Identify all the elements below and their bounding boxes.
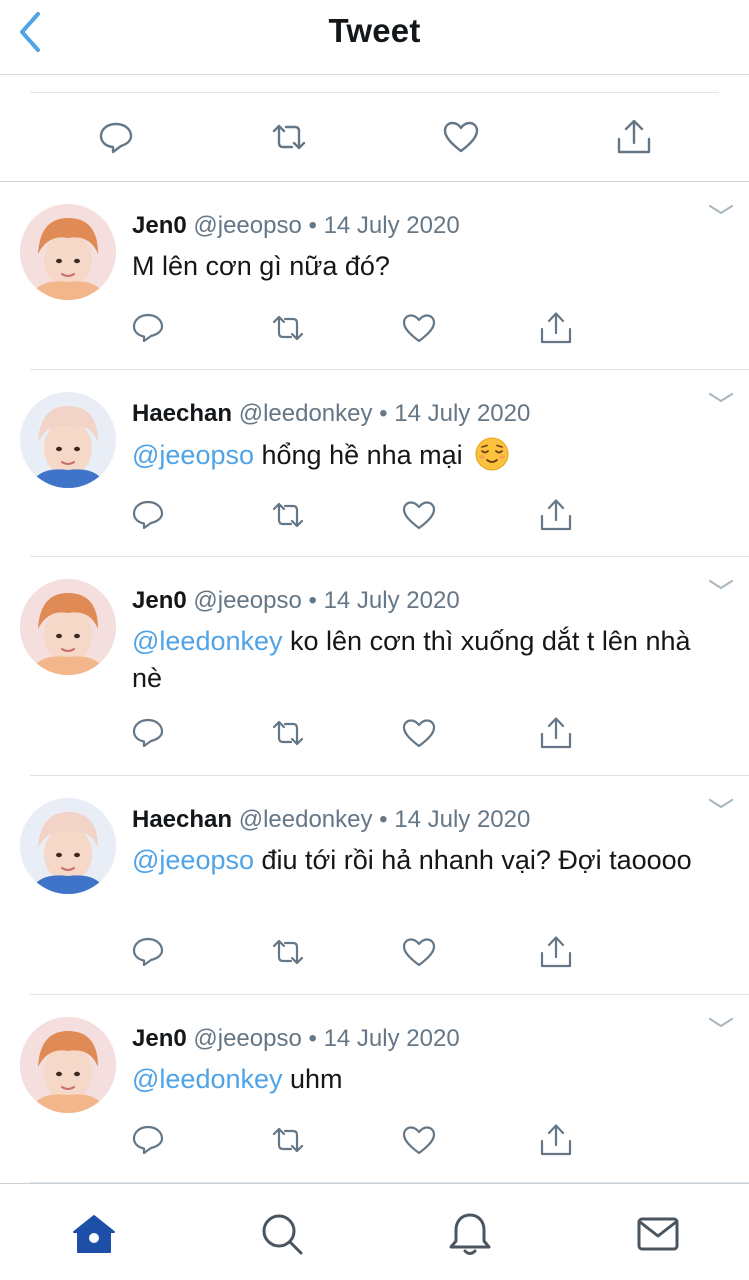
separator-dot: • [379,400,388,427]
reply-icon[interactable] [130,715,166,751]
separator-dot: • [308,1025,317,1052]
reply-icon[interactable] [130,310,166,346]
tweet-date: 14 July 2020 [323,1025,460,1052]
separator-dot: • [308,587,317,614]
mention-link[interactable]: @leedonkey [132,626,283,656]
tweet-header: Jen0 @jeeopso • 14 July 2020 [132,212,460,240]
retweet-icon[interactable] [270,310,306,346]
avatar[interactable] [20,798,116,894]
user-handle[interactable]: @jeeopso [193,212,301,239]
avatar[interactable] [20,392,116,488]
tweet-reply[interactable]: Jen0 @jeeopso • 14 July 2020 @leedonkey … [0,557,749,776]
relieved-face-emoji [475,437,509,471]
tweet-reply[interactable]: Haechan @leedonkey • 14 July 2020 @jeeop… [0,776,749,995]
page-title: Tweet [328,12,421,49]
chevron-down-icon[interactable] [707,577,735,593]
share-icon[interactable] [538,310,574,346]
like-icon[interactable] [401,1122,437,1158]
tweet-text: M lên cơn gì nữa đó? [132,251,390,281]
avatar-image [20,798,116,894]
share-icon[interactable] [538,934,574,970]
tweet-body: @jeeopso hổng hề nha mại [132,436,722,474]
display-name[interactable]: Haechan [132,806,232,833]
display-name[interactable]: Jen0 [132,1025,187,1052]
avatar[interactable] [20,579,116,675]
avatar-image [20,204,116,300]
tweet-header: Jen0 @jeeopso • 14 July 2020 [132,587,460,615]
share-icon[interactable] [614,117,654,157]
retweet-icon[interactable] [270,934,306,970]
main-tweet-actions [0,75,749,182]
display-name[interactable]: Haechan [132,400,232,427]
tweet-text: hổng hề nha mại [254,440,471,470]
share-icon[interactable] [538,497,574,533]
tweet-date: 14 July 2020 [394,400,531,427]
tweet-date: 14 July 2020 [394,806,531,833]
chevron-down-icon[interactable] [707,1015,735,1031]
tab-bar [0,1183,749,1280]
notifications-icon[interactable] [446,1210,494,1258]
tweet-body: M lên cơn gì nữa đó? [132,248,722,285]
search-icon[interactable] [258,1210,306,1258]
chevron-down-icon[interactable] [707,390,735,406]
tweet-body: @jeeopso điu tới rồi hả nhanh vại? Đợi t… [132,842,722,879]
mention-link[interactable]: @jeeopso [132,845,254,875]
display-name[interactable]: Jen0 [132,587,187,614]
nav-header: Tweet [0,0,749,75]
tweet-date: 14 July 2020 [323,587,460,614]
reply-icon[interactable] [96,117,136,157]
reply-icon[interactable] [130,934,166,970]
tweet-reply[interactable]: Jen0 @jeeopso • 14 July 2020 M lên cơn g… [0,182,749,370]
user-handle[interactable]: @leedonkey [239,400,373,427]
home-icon[interactable] [70,1210,118,1258]
share-icon[interactable] [538,715,574,751]
mention-link[interactable]: @leedonkey [132,1064,283,1094]
reply-icon[interactable] [130,497,166,533]
avatar[interactable] [20,204,116,300]
tweet-reply[interactable]: Jen0 @jeeopso • 14 July 2020 @leedonkey … [0,995,749,1183]
chevron-down-icon[interactable] [707,202,735,218]
retweet-icon[interactable] [270,715,306,751]
messages-icon[interactable] [634,1210,682,1258]
retweet-icon[interactable] [270,497,306,533]
tweet-text: uhm [282,1064,343,1094]
tweet-body: @leedonkey ko lên cơn thì xuống dắt t lê… [132,623,722,697]
user-handle[interactable]: @jeeopso [193,587,301,614]
chevron-down-icon[interactable] [707,796,735,812]
divider [30,92,719,93]
tweet-body: @leedonkey uhm [132,1061,722,1098]
user-handle[interactable]: @leedonkey [239,806,373,833]
like-icon[interactable] [401,497,437,533]
avatar-image [20,1017,116,1113]
like-icon[interactable] [401,310,437,346]
retweet-icon[interactable] [269,117,309,157]
tweet-header: Jen0 @jeeopso • 14 July 2020 [132,1025,460,1053]
share-icon[interactable] [538,1122,574,1158]
tweet-header: Haechan @leedonkey • 14 July 2020 [132,400,530,428]
tweet-date: 14 July 2020 [323,212,460,239]
avatar-image [20,392,116,488]
tweet-reply[interactable]: Haechan @leedonkey • 14 July 2020 @jeeop… [0,370,749,557]
tweet-text: điu tới rồi hả nhanh vại? Đợi taoooo [254,845,692,875]
separator-dot: • [379,806,388,833]
mention-link[interactable]: @jeeopso [132,440,254,470]
reply-icon[interactable] [130,1122,166,1158]
like-icon[interactable] [401,715,437,751]
retweet-icon[interactable] [270,1122,306,1158]
like-icon[interactable] [401,934,437,970]
avatar-image [20,579,116,675]
avatar[interactable] [20,1017,116,1113]
separator-dot: • [308,212,317,239]
like-icon[interactable] [441,117,481,157]
display-name[interactable]: Jen0 [132,212,187,239]
user-handle[interactable]: @jeeopso [193,1025,301,1052]
tweet-header: Haechan @leedonkey • 14 July 2020 [132,806,530,834]
